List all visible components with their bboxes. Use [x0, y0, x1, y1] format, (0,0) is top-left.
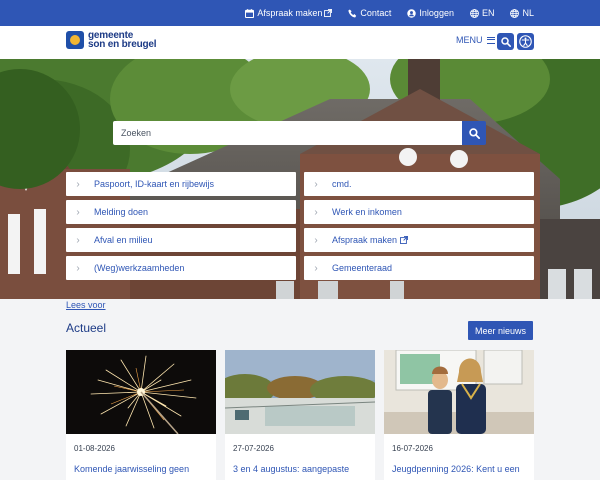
- municipality-logo[interactable]: gemeente son en breugel: [66, 31, 157, 50]
- menu-button[interactable]: MENU: [456, 35, 495, 45]
- calendar-icon: [245, 8, 255, 18]
- chevron-right-icon: ›: [76, 262, 80, 274]
- quicklink-label: Werk en inkomen: [332, 207, 402, 217]
- chevron-right-icon: ›: [314, 234, 318, 246]
- news-title: Komende jaarwisseling geen: [74, 464, 190, 474]
- search-submit-button[interactable]: [462, 121, 486, 145]
- news-image-fireworks: [66, 350, 216, 434]
- news-date: 16-07-2026: [392, 444, 433, 453]
- login-link[interactable]: Inloggen: [407, 8, 454, 18]
- login-link-label: Inloggen: [419, 8, 454, 18]
- chevron-right-icon: ›: [314, 178, 318, 190]
- appointment-link[interactable]: Afspraak maken: [245, 8, 333, 18]
- menu-label: MENU: [456, 35, 483, 45]
- quicklink-appointment[interactable]: › Afspraak maken: [304, 228, 534, 252]
- quicklink-label: Afval en milieu: [94, 235, 153, 245]
- quicklink-waste[interactable]: › Afval en milieu: [66, 228, 296, 252]
- news-card[interactable]: 16-07-2026 Jeugdpenning 2026: Kent u een: [384, 350, 534, 480]
- accessibility-icon: [519, 35, 532, 48]
- quicklink-roadworks[interactable]: › (Weg)werkzaamheden: [66, 256, 296, 280]
- quicklink-label: Melding doen: [94, 207, 149, 217]
- news-date: 27-07-2026: [233, 444, 274, 453]
- logo-emblem-icon: [66, 31, 84, 49]
- quicklink-cmd[interactable]: › cmd.: [304, 172, 534, 196]
- language-en-label: EN: [481, 8, 495, 18]
- more-news-button[interactable]: Meer nieuws: [468, 321, 533, 340]
- quicklink-report[interactable]: › Melding doen: [66, 200, 296, 224]
- chevron-right-icon: ›: [314, 262, 318, 274]
- external-link-icon: [324, 9, 333, 17]
- news-image-award: [384, 350, 534, 434]
- quicklink-label: Paspoort, ID-kaart en rijbewijs: [94, 179, 215, 189]
- language-en-link[interactable]: EN: [470, 8, 495, 18]
- quicklink-council[interactable]: › Gemeenteraad: [304, 256, 534, 280]
- contact-link[interactable]: Contact: [348, 8, 391, 18]
- utility-bar: Afspraak maken Contact Inloggen EN NL: [0, 0, 600, 26]
- chevron-right-icon: ›: [76, 234, 80, 246]
- globe-icon: [510, 8, 520, 18]
- news-card[interactable]: 27-07-2026 3 en 4 augustus: aangepaste: [225, 350, 375, 480]
- news-image-pool: [225, 350, 375, 434]
- search-input[interactable]: [113, 121, 462, 145]
- search-bar: [113, 121, 486, 145]
- language-nl-link[interactable]: NL: [510, 8, 534, 18]
- section-title-news: Actueel: [66, 321, 107, 335]
- news-card[interactable]: 01-08-2026 Komende jaarwisseling geen: [66, 350, 216, 480]
- search-icon: [468, 127, 480, 139]
- quicklink-label: (Weg)werkzaamheden: [94, 263, 185, 273]
- quicklink-label: Gemeenteraad: [332, 263, 393, 273]
- search-icon: [500, 36, 511, 47]
- phone-icon: [348, 8, 357, 17]
- user-icon: [407, 8, 417, 18]
- contact-link-label: Contact: [360, 8, 392, 18]
- quicklink-label: Afspraak maken: [332, 235, 398, 245]
- read-aloud-link[interactable]: Lees voor: [66, 300, 106, 310]
- appointment-link-label: Afspraak maken: [257, 8, 323, 18]
- news-date: 01-08-2026: [74, 444, 115, 453]
- header-search-button[interactable]: [497, 33, 514, 50]
- chevron-right-icon: ›: [76, 206, 80, 218]
- site-header: gemeente son en breugel MENU: [0, 26, 600, 59]
- quicklink-label: cmd.: [332, 179, 352, 189]
- external-link-icon: [400, 236, 408, 244]
- language-nl-label: NL: [522, 8, 534, 18]
- chevron-right-icon: ›: [314, 206, 318, 218]
- quicklink-passport[interactable]: › Paspoort, ID-kaart en rijbewijs: [66, 172, 296, 196]
- news-title: Jeugdpenning 2026: Kent u een: [392, 464, 520, 474]
- logo-wordmark: gemeente son en breugel: [88, 31, 157, 50]
- news-title: 3 en 4 augustus: aangepaste: [233, 464, 350, 474]
- quicklink-work-income[interactable]: › Werk en inkomen: [304, 200, 534, 224]
- accessibility-button[interactable]: [517, 33, 534, 50]
- hamburger-icon: [486, 36, 495, 44]
- globe-icon: [470, 8, 479, 18]
- logo-line-2: son en breugel: [88, 39, 157, 50]
- chevron-right-icon: ›: [76, 178, 80, 190]
